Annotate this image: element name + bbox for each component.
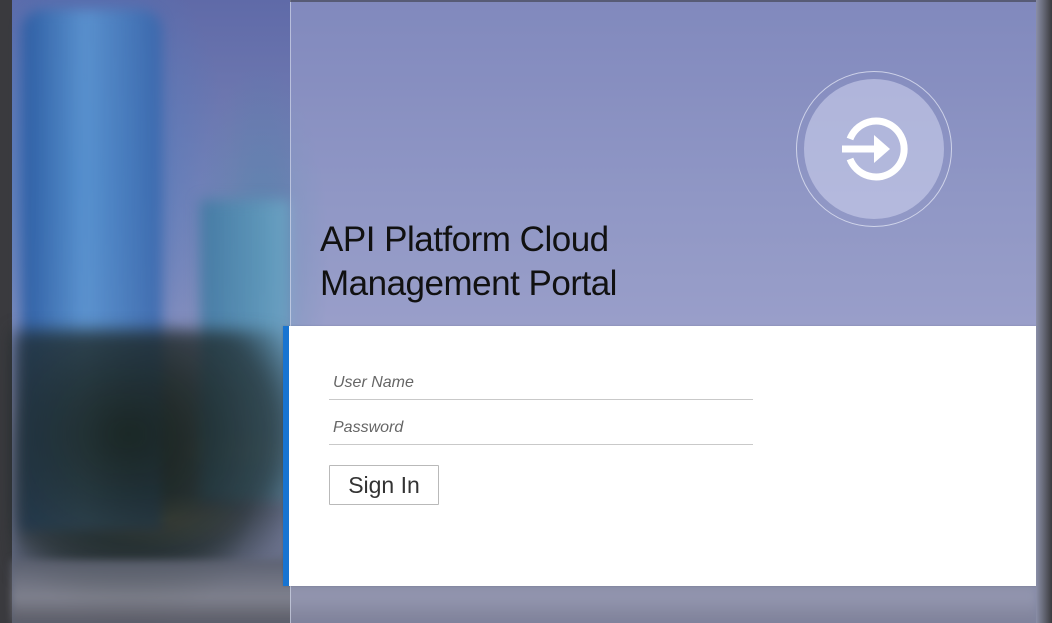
window-edge-right: [1036, 0, 1052, 623]
username-input[interactable]: [329, 370, 753, 400]
page-subtitle: Management Portal: [320, 264, 617, 303]
hero-circle: [804, 79, 944, 219]
overlay-top-border: [290, 0, 1036, 2]
login-page: API Platform Cloud Management Portal Sig…: [0, 0, 1052, 623]
accent-bar: [283, 326, 289, 586]
sign-in-button[interactable]: Sign In: [329, 465, 439, 505]
background-trees: [12, 330, 302, 590]
login-form: Sign In: [283, 326, 1036, 586]
password-input[interactable]: [329, 415, 753, 445]
page-title: API Platform Cloud: [320, 220, 609, 259]
sign-in-icon: [842, 117, 908, 181]
window-edge-left: [0, 0, 12, 623]
